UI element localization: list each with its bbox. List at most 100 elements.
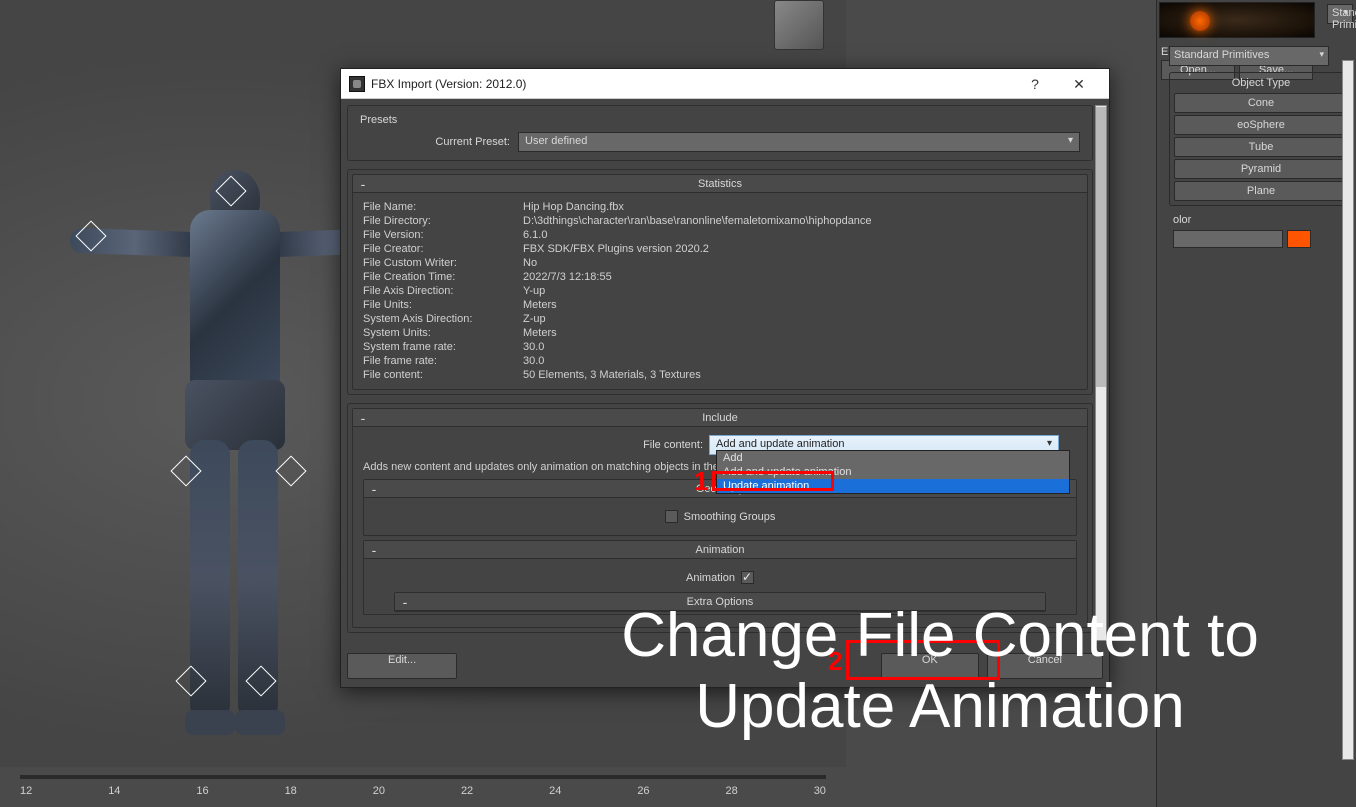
timeline-tick: 22	[461, 785, 473, 805]
stat-label: System Units:	[363, 327, 523, 339]
timeline-tick: 16	[196, 785, 208, 805]
include-title: Include	[353, 412, 1087, 424]
animation-label: Animation	[686, 572, 735, 584]
color-label: olor	[1173, 214, 1191, 226]
stat-label: File content:	[363, 369, 523, 381]
current-preset-value: User defined	[525, 135, 587, 147]
collapse-icon[interactable]: -	[368, 544, 380, 556]
stat-label: File Creation Time:	[363, 271, 523, 283]
collapse-icon[interactable]: -	[368, 483, 380, 495]
statistics-header[interactable]: - Statistics	[353, 175, 1087, 193]
model-torso	[190, 210, 280, 390]
category-dropdown[interactable]: Standard Primitives	[1327, 4, 1353, 24]
stat-label: File Custom Writer:	[363, 257, 523, 269]
file-content-dropdown-list[interactable]: Add Add and update animation Update anim…	[716, 450, 1070, 494]
dialog-scrollbar[interactable]	[1095, 105, 1107, 641]
cancel-button[interactable]: Cancel	[987, 653, 1103, 679]
stat-value: 6.1.0	[523, 229, 1077, 241]
stat-label: File Name:	[363, 201, 523, 213]
stat-label: File Version:	[363, 229, 523, 241]
current-preset-dropdown[interactable]: User defined	[518, 132, 1080, 152]
stat-value: 2022/7/3 12:18:55	[523, 271, 1077, 283]
dropdown-option-add[interactable]: Add	[717, 451, 1069, 465]
help-button[interactable]: ?	[1013, 70, 1057, 98]
stat-label: File Axis Direction:	[363, 285, 523, 297]
stat-label: File Creator:	[363, 243, 523, 255]
file-content-value: Add and update animation	[716, 438, 844, 450]
dialog-footer: Edit... OK Cancel	[347, 653, 1103, 679]
collapse-icon[interactable]: -	[357, 412, 369, 424]
primitive-button-geosphere[interactable]: eoSphere	[1174, 115, 1348, 135]
timeline-tick: 12	[20, 785, 32, 805]
timeline-tick: 18	[285, 785, 297, 805]
timeline-ticks: 12 14 16 18 20 22 24 26 28 30	[20, 785, 826, 805]
model-hips	[185, 380, 285, 450]
stat-label: File Directory:	[363, 215, 523, 227]
animation-checkbox[interactable]	[741, 571, 754, 584]
name-color-section: olor	[1169, 214, 1355, 248]
dialog-app-icon	[349, 76, 365, 92]
model-placeholder	[90, 170, 370, 790]
stat-label: System frame rate:	[363, 341, 523, 353]
dropdown-option-add-update[interactable]: Add and update animation	[717, 465, 1069, 479]
viewcube[interactable]	[774, 0, 824, 50]
extra-options-title: Extra Options	[395, 596, 1045, 608]
stat-value: D:\3dthings\character\ran\base\ranonline…	[523, 215, 1077, 227]
dialog-body: Presets Current Preset: User defined - S…	[347, 105, 1093, 639]
timeline-tick: 26	[637, 785, 649, 805]
model-foot-left	[185, 710, 235, 735]
timeline[interactable]: 12 14 16 18 20 22 24 26 28 30	[0, 767, 846, 807]
primitive-button-cone[interactable]: Cone	[1174, 93, 1348, 113]
command-panel: Standard Primitives EBM: Open... Save...…	[1156, 0, 1356, 807]
bone-marker[interactable]	[275, 455, 306, 486]
primitive-button-plane[interactable]: Plane	[1174, 181, 1348, 201]
panel-logo	[1159, 2, 1315, 38]
stat-label: File frame rate:	[363, 355, 523, 367]
statistics-title: Statistics	[353, 178, 1087, 190]
presets-groupbox: Presets Current Preset: User defined	[347, 105, 1093, 161]
fbx-import-dialog: FBX Import (Version: 2012.0) ? ✕ Presets…	[340, 68, 1110, 688]
animation-title: Animation	[364, 544, 1076, 556]
timeline-tick: 14	[108, 785, 120, 805]
primitive-button-pyramid[interactable]: Pyramid	[1174, 159, 1348, 179]
include-groupbox: - Include File content: Add and update a…	[347, 403, 1093, 633]
panel-scrollbar[interactable]	[1342, 60, 1354, 760]
collapse-icon[interactable]: -	[357, 178, 369, 190]
dialog-title: FBX Import (Version: 2012.0)	[371, 77, 1013, 91]
current-preset-label: Current Preset:	[360, 136, 510, 148]
category-value: Standard Primitives	[1332, 7, 1356, 31]
object-type-rollout: Object Type Cone eoSphere Tube Pyramid P…	[1169, 72, 1353, 206]
smoothing-groups-label: Smoothing Groups	[684, 511, 776, 523]
stat-value: Meters	[523, 299, 1077, 311]
statistics-groupbox: - Statistics File Name:Hip Hop Dancing.f…	[347, 169, 1093, 395]
collapse-icon[interactable]: -	[399, 596, 411, 608]
object-type-title: Object Type	[1172, 77, 1350, 89]
object-color-swatch[interactable]	[1287, 230, 1311, 248]
smoothing-groups-checkbox[interactable]	[665, 510, 678, 523]
timeline-tick: 28	[726, 785, 738, 805]
ok-button[interactable]: OK	[881, 653, 979, 679]
edit-button[interactable]: Edit...	[347, 653, 457, 679]
category-value-2: Standard Primitives	[1174, 49, 1269, 61]
extra-options-header[interactable]: - Extra Options	[395, 593, 1045, 611]
primitive-button-tube[interactable]: Tube	[1174, 137, 1348, 157]
close-button[interactable]: ✕	[1057, 70, 1101, 98]
object-name-field[interactable]	[1173, 230, 1283, 248]
stat-value: 50 Elements, 3 Materials, 3 Textures	[523, 369, 1077, 381]
scrollbar-thumb[interactable]	[1096, 107, 1106, 387]
presets-title: Presets	[360, 114, 1080, 126]
statistics-grid: File Name:Hip Hop Dancing.fbx File Direc…	[363, 201, 1077, 381]
file-content-label: File content:	[363, 439, 703, 451]
model-foot-right	[235, 710, 285, 735]
stat-value: Y-up	[523, 285, 1077, 297]
timeline-track[interactable]	[20, 775, 826, 779]
animation-header[interactable]: - Animation	[364, 541, 1076, 559]
timeline-tick: 30	[814, 785, 826, 805]
category-dropdown-2[interactable]: Standard Primitives	[1169, 46, 1329, 66]
stat-label: System Axis Direction:	[363, 313, 523, 325]
stat-value: No	[523, 257, 1077, 269]
stat-value: 30.0	[523, 341, 1077, 353]
dropdown-option-update-animation[interactable]: Update animation	[717, 479, 1069, 493]
dialog-titlebar[interactable]: FBX Import (Version: 2012.0) ? ✕	[341, 69, 1109, 99]
include-header[interactable]: - Include	[353, 409, 1087, 427]
